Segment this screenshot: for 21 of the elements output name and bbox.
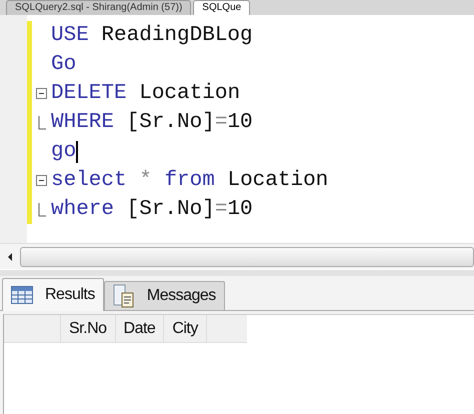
code-line: select * from Location (51, 169, 328, 192)
code-line: Go (51, 53, 76, 76)
grid-icon (11, 286, 33, 304)
code-line: go (51, 140, 76, 163)
collapse-icon[interactable] (36, 88, 47, 99)
code-line: DELETE Location (51, 82, 240, 105)
collapse-icon[interactable] (36, 175, 47, 186)
fold-end-icon (38, 116, 46, 130)
scrollbar-thumb[interactable] (20, 246, 474, 266)
code-line: where [Sr.No]=10 (51, 198, 253, 221)
column-header[interactable]: City (164, 315, 207, 342)
fold-end-icon (38, 202, 46, 216)
column-header[interactable]: Sr.No (61, 315, 116, 342)
code-line: WHERE [Sr.No]=10 (51, 111, 253, 134)
results-tab[interactable]: Messages (104, 281, 225, 310)
results-tab[interactable]: Results (2, 278, 104, 311)
editor-tab[interactable]: SQLQue (193, 0, 250, 15)
column-header[interactable]: Date (116, 315, 164, 342)
document-icon (112, 284, 135, 308)
code-line: USE ReadingDBLog (51, 24, 253, 47)
editor-tab[interactable]: SQLQuery2.sql - Shirang(Admin (57)) (6, 0, 192, 15)
